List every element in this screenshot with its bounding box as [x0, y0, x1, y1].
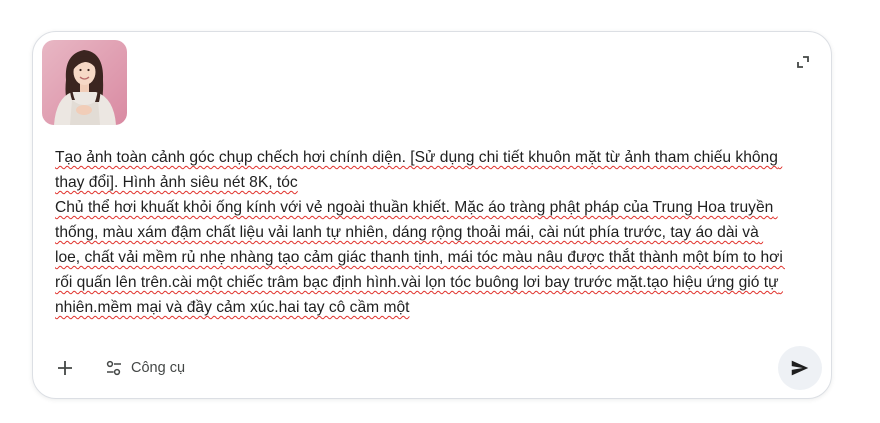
plus-icon — [58, 361, 72, 375]
attachment-thumbnail[interactable] — [42, 40, 127, 125]
tune-icon — [106, 360, 121, 376]
add-button[interactable] — [51, 354, 79, 382]
composer-toolbar: Công cụ — [51, 354, 185, 382]
expand-button[interactable] — [793, 52, 813, 72]
prompt-text-input[interactable]: Tạo ảnh toàn cảnh góc chụp chếch hơi chí… — [55, 145, 785, 325]
reference-photo-icon — [42, 40, 127, 125]
tools-button[interactable]: Công cụ — [105, 354, 185, 382]
expand-icon — [797, 56, 809, 68]
send-icon — [791, 360, 809, 376]
prompt-composer: Tạo ảnh toàn cảnh góc chụp chếch hơi chí… — [32, 31, 832, 399]
send-button[interactable] — [778, 346, 822, 390]
tools-label: Công cụ — [131, 360, 186, 376]
